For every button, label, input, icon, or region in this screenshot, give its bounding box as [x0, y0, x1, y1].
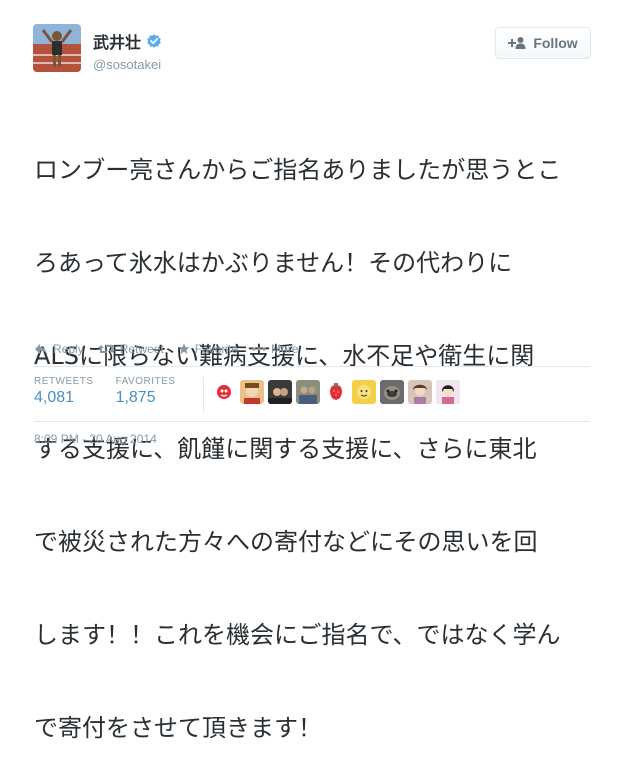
- display-name[interactable]: 武井壮: [93, 29, 141, 53]
- tweet-actions: Reply Retweet Favorite More: [34, 342, 312, 356]
- retweets-count: 4,081: [34, 389, 75, 406]
- favoriter-avatar[interactable]: [268, 380, 292, 404]
- favorites-stat[interactable]: FAVORITES 1,875: [116, 376, 176, 407]
- retweets-stat[interactable]: RETWEETS 4,081: [34, 376, 94, 407]
- favoriter-avatar[interactable]: [212, 380, 236, 404]
- favorite-label: Favorite: [194, 342, 239, 356]
- user-handle[interactable]: @sosotakei: [93, 57, 162, 72]
- user-info: 武井壮 @sosotakei: [93, 29, 162, 72]
- retweets-label: RETWEETS: [34, 376, 94, 387]
- tweet-line: で被災された方々への寄付などにその思いを回: [34, 528, 538, 556]
- verified-badge-icon: [146, 33, 162, 49]
- star-icon: [178, 343, 190, 355]
- favorite-button[interactable]: Favorite: [178, 342, 238, 356]
- favoriter-avatar[interactable]: [408, 380, 432, 404]
- favorites-label: FAVORITES: [115, 376, 176, 387]
- more-label: More: [271, 342, 299, 356]
- retweet-button[interactable]: Retweet: [97, 342, 164, 356]
- follow-button[interactable]: Follow: [495, 27, 591, 59]
- tweet-stats: RETWEETS 4,081 FAVORITES 1,875: [34, 376, 197, 407]
- stats-divider: [203, 377, 204, 413]
- reply-icon: [34, 343, 48, 355]
- reply-button[interactable]: Reply: [34, 342, 84, 356]
- tweet-timestamp[interactable]: 8:09 PM - 20 Aug 2014: [34, 432, 157, 446]
- avatar[interactable]: [33, 24, 81, 72]
- retweet-label: Retweet: [119, 342, 164, 356]
- favoriter-avatars: [212, 380, 460, 404]
- more-dots-icon: [252, 347, 266, 351]
- favorites-count: 1,875: [115, 389, 156, 406]
- favoriter-avatar[interactable]: [240, 380, 264, 404]
- tweet-line: で寄付をさせて頂きます！: [34, 714, 322, 742]
- divider: [34, 421, 590, 422]
- favoriter-avatar[interactable]: [296, 380, 320, 404]
- more-button[interactable]: More: [252, 342, 298, 356]
- add-user-icon: [508, 36, 526, 50]
- tweet-line: ろあって氷水はかぶりません！その代わりに: [34, 249, 513, 277]
- favoriter-avatar[interactable]: [352, 380, 376, 404]
- retweet-icon: [97, 343, 115, 355]
- reply-label: Reply: [53, 342, 84, 356]
- follow-button-label: Follow: [533, 35, 578, 51]
- tweet-line: します！！これを機会にご指名で、ではなく学ん: [34, 621, 561, 649]
- tweet-line: ロンブー亮さんからご指名ありましたが思うとこ: [34, 156, 562, 184]
- favoriter-avatar[interactable]: [324, 380, 348, 404]
- divider: [34, 366, 590, 367]
- favoriter-avatar[interactable]: [436, 380, 460, 404]
- favoriter-avatar[interactable]: [380, 380, 404, 404]
